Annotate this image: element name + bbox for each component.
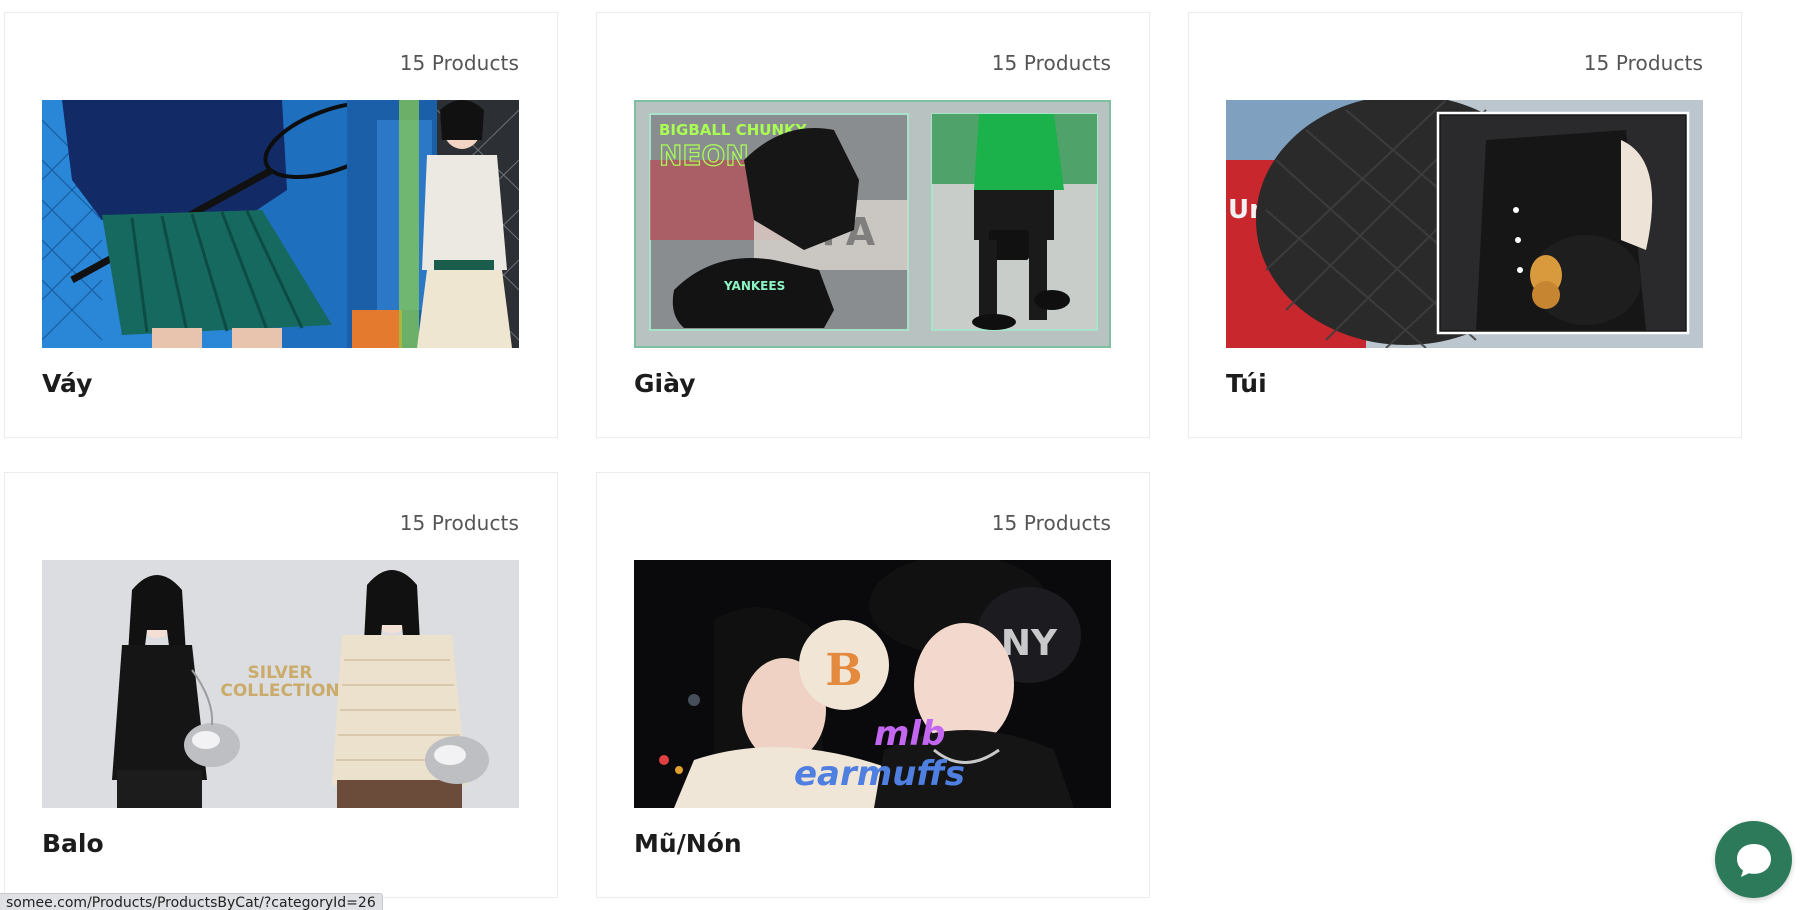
category-card-mu-non[interactable]: 15 Products B NY mlb earmuffs Mũ/Nón xyxy=(596,472,1150,898)
browser-status-url: somee.com/Products/ProductsByCat/?catego… xyxy=(0,893,383,910)
category-grid: 15 Products Váy 15 Products BIGBALL CHUN… xyxy=(4,12,1744,902)
category-image-balo[interactable]: SILVER COLLECTION xyxy=(42,560,519,808)
chat-button[interactable] xyxy=(1715,821,1792,898)
category-image-mu-non[interactable]: B NY mlb earmuffs xyxy=(634,560,1111,808)
banner-text-mlb: mlb xyxy=(874,714,945,754)
category-image-giay[interactable]: SPA BIGBALL CHUNKY NEON YANKEES xyxy=(634,100,1111,348)
mu-non-banner-image: B NY mlb earmuffs xyxy=(634,560,1111,808)
category-card-giay[interactable]: 15 Products SPA BIGBALL CHUNKY NEON YANK… xyxy=(596,12,1150,438)
svg-text:B: B xyxy=(825,645,862,696)
banner-text-earmuffs: earmuffs xyxy=(794,754,965,794)
product-count: 15 Products xyxy=(399,51,519,75)
category-name[interactable]: Mũ/Nón xyxy=(634,829,742,858)
product-count: 15 Products xyxy=(991,51,1111,75)
balo-banner-image: SILVER COLLECTION xyxy=(42,560,519,808)
banner-text-silver: SILVER xyxy=(248,663,313,683)
product-count: 15 Products xyxy=(399,511,519,535)
product-count: 15 Products xyxy=(991,511,1111,535)
banner-text-collection: COLLECTION xyxy=(220,681,339,701)
chat-bubble-icon xyxy=(1737,844,1771,877)
category-name[interactable]: Váy xyxy=(42,369,92,398)
giay-banner-image: SPA BIGBALL CHUNKY NEON YANKEES xyxy=(634,100,1111,348)
category-name[interactable]: Túi xyxy=(1226,369,1267,398)
category-name[interactable]: Balo xyxy=(42,829,104,858)
category-name[interactable]: Giày xyxy=(634,369,696,398)
category-card-balo[interactable]: 15 Products SILVER COLLECTION Balo xyxy=(4,472,558,898)
category-image-vay[interactable] xyxy=(42,100,519,348)
category-card-tui[interactable]: 15 Products Un Túi xyxy=(1188,12,1742,438)
category-card-vay[interactable]: 15 Products Váy xyxy=(4,12,558,438)
vay-banner-image xyxy=(42,100,519,348)
tui-banner-image: Un xyxy=(1226,100,1703,348)
svg-text:NY: NY xyxy=(1001,623,1058,664)
banner-text-neon: NEON xyxy=(659,139,749,172)
product-count: 15 Products xyxy=(1583,51,1703,75)
category-image-tui[interactable]: Un xyxy=(1226,100,1703,348)
banner-text-yankees: YANKEES xyxy=(723,279,785,293)
